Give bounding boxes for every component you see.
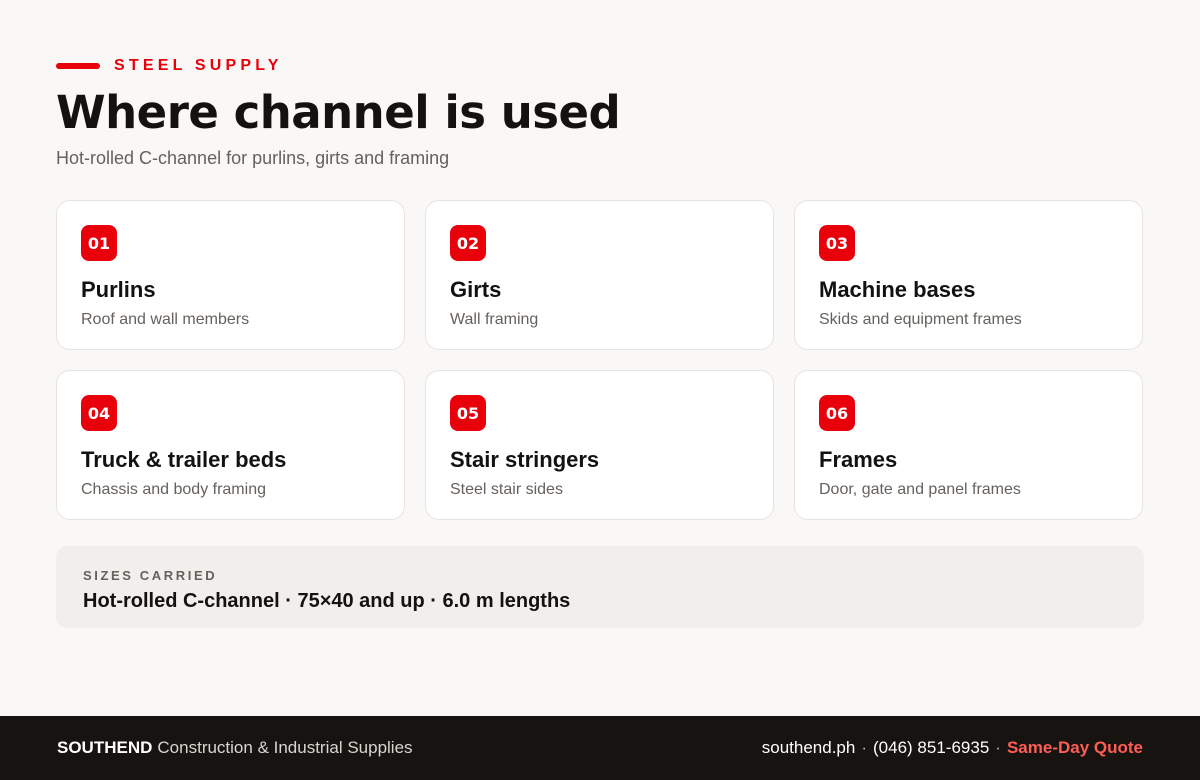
use-description: Door, gate and panel frames [819,481,1021,498]
footer-phone-link[interactable]: (046) 851-6935 [873,738,989,758]
use-number-badge: 03 [819,225,855,261]
eyebrow-label: STEEL SUPPLY [114,57,283,74]
eyebrow: STEEL SUPPLY [56,56,283,76]
use-title: Girts [450,277,502,302]
use-card-purlins: 01 Purlins Roof and wall members [56,200,405,350]
use-card-frames: 06 Frames Door, gate and panel frames [794,370,1143,520]
use-card-girts: 02 Girts Wall framing [425,200,774,350]
use-description: Steel stair sides [450,481,563,498]
use-number-badge: 06 [819,395,855,431]
footer-tagline: Construction & Industrial Supplies [157,738,413,757]
use-number-badge: 04 [81,395,117,431]
eyebrow-accent-bar [56,63,100,69]
use-description: Wall framing [450,311,539,328]
footer-contact: southend.ph · (046) 851-6935 · Same-Day … [762,716,1143,780]
use-card-stair-stringers: 05 Stair stringers Steel stair sides [425,370,774,520]
use-title: Purlins [81,277,156,302]
use-description: Roof and wall members [81,311,250,328]
footer-brand: SOUTHEND [57,738,153,757]
page-subtitle: Hot-rolled C-channel for purlins, girts … [56,148,450,168]
footer-separator: · [995,738,1001,757]
use-number-badge: 02 [450,225,486,261]
use-description: Skids and equipment frames [819,311,1022,328]
page-title: Where channel is used [56,86,621,139]
use-number-badge: 01 [81,225,117,261]
use-title: Truck & trailer beds [81,447,287,472]
use-title: Frames [819,447,898,472]
same-day-quote-link[interactable]: Same-Day Quote [1007,738,1143,758]
use-title: Machine bases [819,277,976,302]
use-number-badge: 05 [450,395,486,431]
use-card-machine-bases: 03 Machine bases Skids and equipment fra… [794,200,1143,350]
sizes-carried-panel: SIZES CARRIED Hot-rolled C-channel · 75×… [56,546,1144,628]
footer-company: SOUTHEND Construction & Industrial Suppl… [57,716,413,780]
footer-website-link[interactable]: southend.ph [762,738,856,758]
uses-grid: 01 Purlins Roof and wall members 02 Girt… [56,200,1144,520]
page: STEEL SUPPLY Where channel is used Hot-r… [0,0,1200,780]
footer: SOUTHEND Construction & Industrial Suppl… [0,716,1200,780]
footer-separator: · [861,738,868,757]
use-title: Stair stringers [450,447,600,472]
use-description: Chassis and body framing [81,481,266,498]
use-card-truck-trailer-beds: 04 Truck & trailer beds Chassis and body… [56,370,405,520]
sizes-carried-label: SIZES CARRIED [83,568,218,583]
sizes-carried-value: Hot-rolled C-channel · 75×40 and up · 6.… [83,590,571,612]
